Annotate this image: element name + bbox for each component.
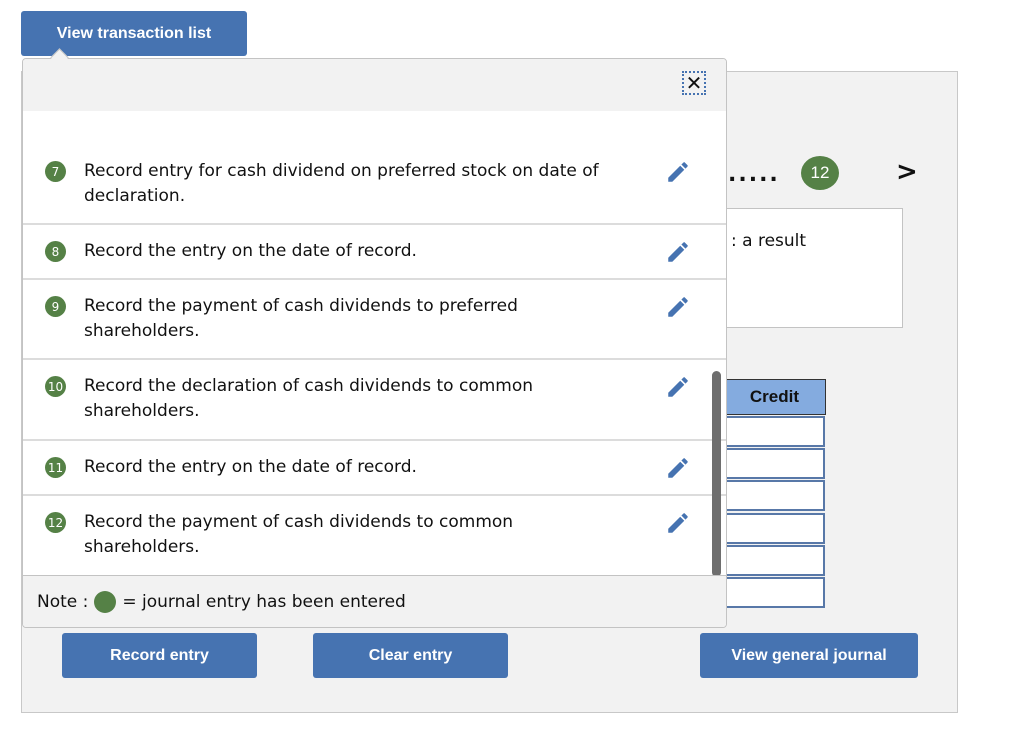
entered-badge: 9: [45, 296, 66, 317]
entered-badge: 12: [45, 512, 66, 533]
chevron-right-icon[interactable]: >: [896, 157, 918, 187]
entered-badge: 11: [45, 457, 66, 478]
item-text: Record the entry on the date of record.: [84, 457, 417, 477]
transaction-list: 7 Record entry for cash dividend on pref…: [23, 111, 726, 578]
list-item[interactable]: 7 Record entry for cash dividend on pref…: [23, 111, 726, 225]
list-item[interactable]: 10 Record the declaration of cash divide…: [23, 360, 726, 441]
popup-header: ✕: [23, 59, 726, 111]
legend-note: Note : = journal entry has been entered: [23, 575, 726, 627]
nav-dots: .....: [728, 162, 780, 187]
transaction-list-popup: ✕ 7 Record entry for cash dividend on pr…: [22, 58, 727, 628]
clear-entry-button[interactable]: Clear entry: [313, 633, 508, 678]
pencil-icon[interactable]: [665, 294, 691, 320]
item-text: Record the entry on the date of record.: [84, 241, 417, 261]
close-icon[interactable]: ✕: [682, 71, 706, 95]
pencil-icon[interactable]: [665, 374, 691, 400]
question-text-box: : a result: [700, 208, 903, 328]
pencil-icon[interactable]: [665, 510, 691, 536]
list-item[interactable]: 9 Record the payment of cash dividends t…: [23, 280, 726, 360]
view-general-journal-button[interactable]: View general journal: [700, 633, 918, 678]
pencil-icon[interactable]: [665, 159, 691, 185]
item-text: Record the payment of cash dividends to …: [84, 296, 518, 341]
list-item[interactable]: 11 Record the entry on the date of recor…: [23, 441, 726, 496]
pencil-icon[interactable]: [665, 455, 691, 481]
list-item[interactable]: 12 Record the payment of cash dividends …: [23, 496, 726, 578]
item-text: Record the declaration of cash dividends…: [84, 376, 534, 421]
item-text: Record entry for cash dividend on prefer…: [84, 161, 599, 206]
entered-badge: 7: [45, 161, 66, 182]
entered-dot-icon: [94, 590, 117, 613]
entered-badge: 8: [45, 241, 66, 262]
nav-current-transaction[interactable]: 12: [801, 156, 839, 190]
note-text: = journal entry has been entered: [122, 591, 406, 612]
record-entry-button[interactable]: Record entry: [62, 633, 257, 678]
entered-badge: 10: [45, 376, 66, 397]
view-transaction-list-button[interactable]: View transaction list: [21, 11, 247, 56]
item-text: Record the payment of cash dividends to …: [84, 512, 514, 557]
question-text: : a result: [731, 231, 807, 251]
pencil-icon[interactable]: [665, 239, 691, 265]
list-scrollbar[interactable]: [712, 371, 721, 577]
list-item[interactable]: 8 Record the entry on the date of record…: [23, 225, 726, 280]
note-prefix: Note :: [37, 591, 89, 612]
